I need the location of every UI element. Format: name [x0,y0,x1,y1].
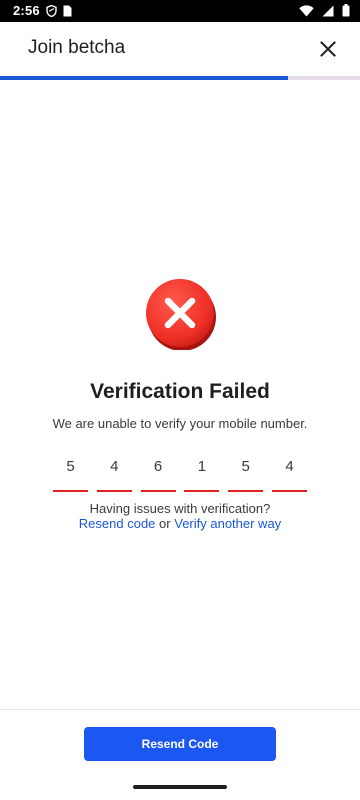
footer-divider [0,709,360,710]
status-bar: 2:56 [0,0,360,22]
app-header: Join betcha [0,22,360,76]
otp-digit[interactable]: 5 [228,454,264,492]
otp-digit[interactable]: 6 [140,454,176,492]
verification-message: We are unable to verify your mobile numb… [52,416,308,431]
page-title: Join betcha [28,37,126,58]
wifi-icon [299,4,314,17]
progress-fill [0,76,288,80]
or-text: or [159,516,171,531]
sim-card-icon [63,5,72,17]
close-button[interactable] [310,31,346,67]
otp-digit[interactable]: 5 [53,454,88,492]
help-links: Resend code or Verify another way [0,516,360,531]
shield-icon [46,4,57,17]
status-left: 2:56 [13,3,72,18]
close-icon [320,41,336,57]
signup-progress-bar [0,76,360,80]
help-question: Having issues with verification? [89,501,271,516]
signal-icon [322,5,334,17]
battery-icon [342,4,350,17]
resend-code-button[interactable]: Resend Code [84,727,276,761]
otp-digit[interactable]: 1 [184,454,220,492]
otp-code-row: 5 4 6 1 5 4 [53,454,307,492]
home-indicator[interactable] [133,785,227,789]
error-icon [145,278,217,351]
otp-digit[interactable]: 4 [96,454,132,492]
status-time: 2:56 [13,3,40,18]
verification-title: Verification Failed [90,380,270,403]
status-right [299,4,350,17]
resend-code-link[interactable]: Resend code [79,516,156,531]
verify-another-way-link[interactable]: Verify another way [174,516,281,531]
otp-digit[interactable]: 4 [271,454,307,492]
